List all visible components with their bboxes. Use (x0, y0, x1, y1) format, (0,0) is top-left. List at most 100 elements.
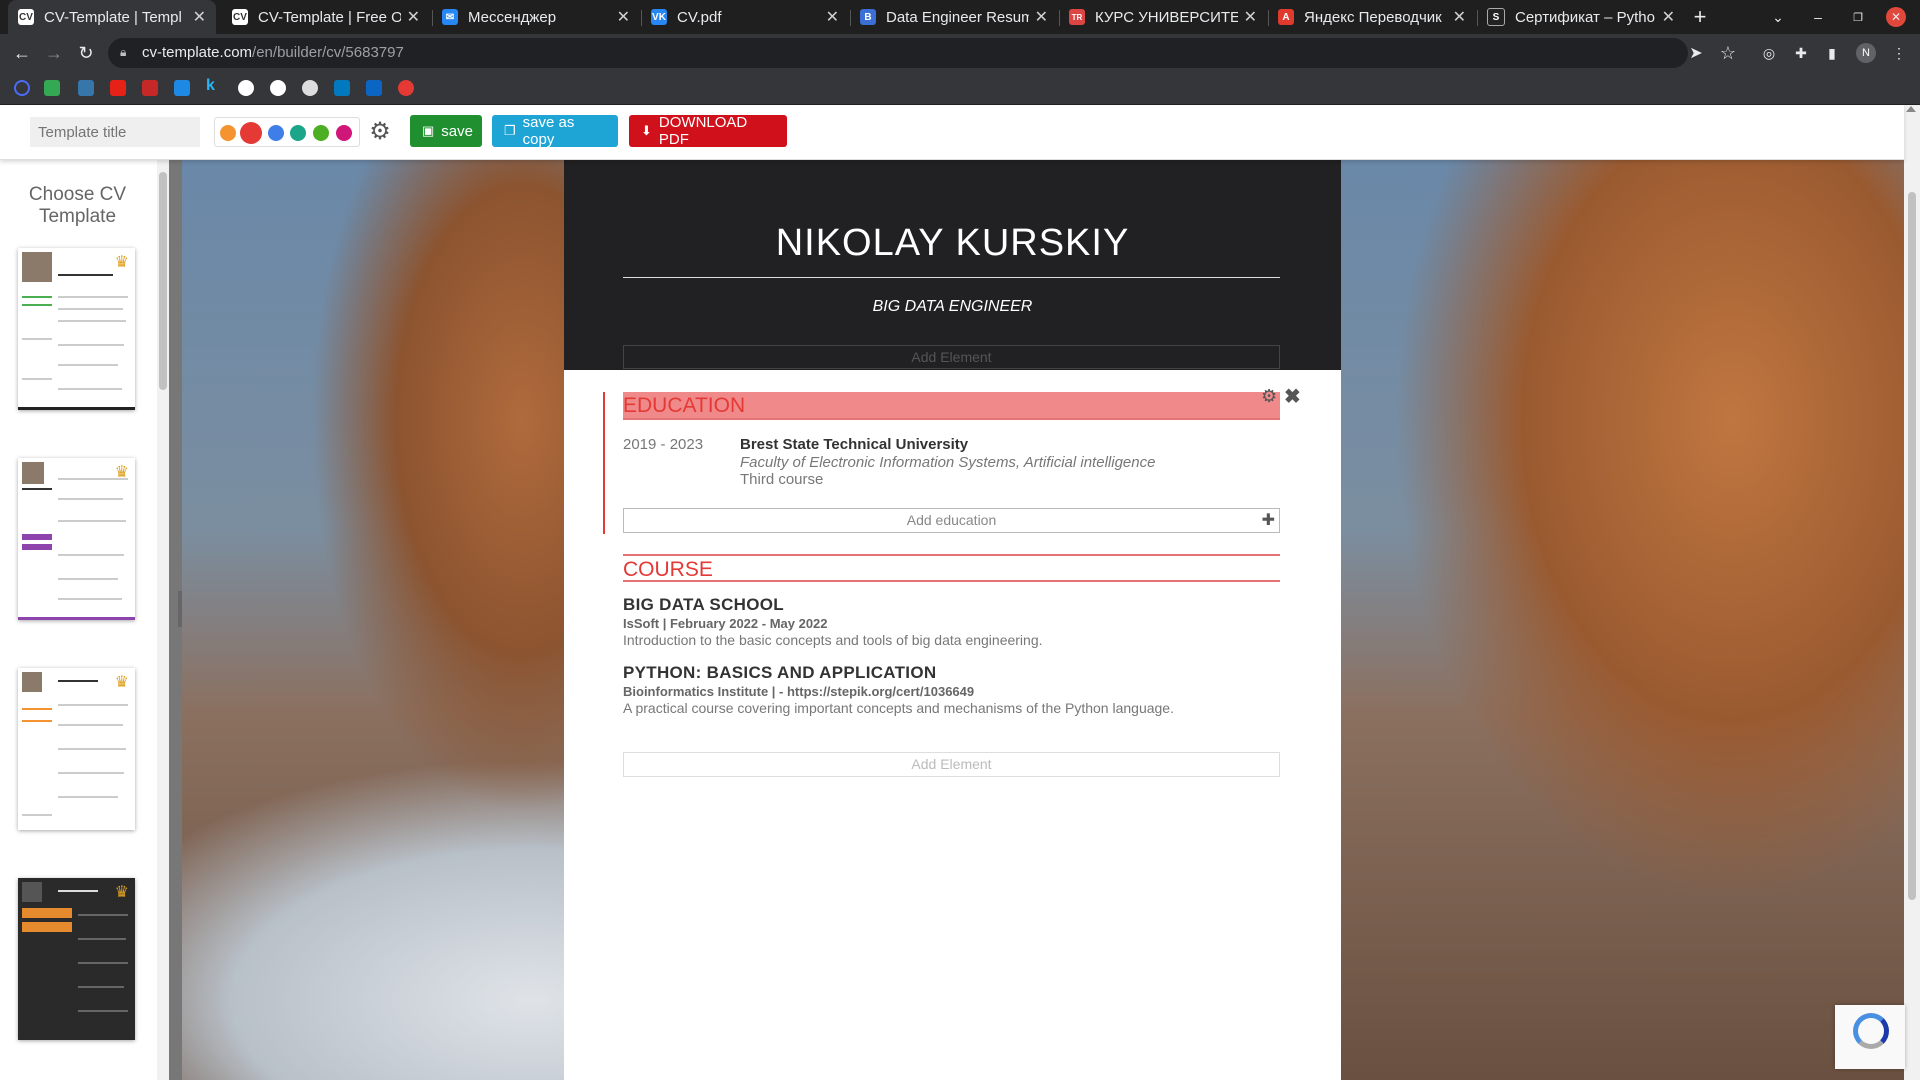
messenger-icon: ✉ (442, 9, 458, 25)
floppy-icon: ▣ (422, 123, 435, 138)
url-text: cv-template.com/en/builder/cv/5683797 (142, 44, 404, 61)
color-swatch-red[interactable] (240, 122, 262, 144)
add-education-label: Add education (906, 512, 997, 528)
header-divider (623, 277, 1280, 278)
bookmark-icon[interactable] (174, 80, 190, 96)
puzzle-icon[interactable]: ✚ (1792, 44, 1810, 62)
stepik-icon[interactable] (238, 80, 254, 96)
template-thumbnail[interactable]: ♛ (18, 458, 135, 620)
k-icon[interactable]: k (206, 77, 222, 94)
education-section-title[interactable]: EDUCATION (623, 392, 1280, 420)
back-icon[interactable]: ← (10, 41, 34, 65)
course-meta[interactable]: IsSoft | February 2022 - May 2022 (623, 616, 828, 631)
education-faculty[interactable]: Faculty of Electronic Information System… (740, 454, 1155, 471)
education-university[interactable]: Brest State Technical University (740, 436, 968, 453)
youtube-icon[interactable] (110, 80, 126, 96)
send-icon[interactable]: ➤ (1684, 41, 1708, 65)
github-icon[interactable] (270, 80, 286, 96)
side-panel-icon[interactable]: ▮ (1823, 44, 1841, 62)
download-pdf-button[interactable]: ⬇ DOWNLOAD PDF (629, 114, 787, 148)
bookmark-icon[interactable] (14, 80, 30, 96)
close-tab-icon[interactable]: ✕ (826, 7, 839, 27)
cv-role[interactable]: BIG DATA ENGINEER (564, 298, 1341, 316)
course-description[interactable]: A practical course covering important co… (623, 700, 1174, 716)
url-field[interactable]: 🔒︎ cv-template.com/en/builder/cv/5683797 (108, 38, 1688, 68)
template-thumbnail[interactable]: ♛ (18, 668, 135, 830)
template-thumbnail[interactable]: ♛ (18, 248, 135, 410)
close-tab-icon[interactable]: ✕ (1453, 7, 1466, 27)
recaptcha-badge[interactable] (1835, 1005, 1905, 1069)
add-education-button[interactable]: Add education ✚ (623, 508, 1280, 533)
builder-toolbar: ⚙ ▣ save ❐ save as copy ⬇ DOWNLOAD PDF (0, 105, 1904, 160)
browser-tab[interactable]: A Яндекс Переводчик ✕ (1268, 0, 1476, 34)
close-tab-icon[interactable]: ✕ (193, 7, 206, 27)
bookmark-star-icon[interactable]: ☆ (1716, 41, 1740, 65)
avatar (22, 252, 52, 282)
settings-gear-icon[interactable]: ⚙ (368, 119, 392, 145)
course-description[interactable]: Introduction to the basic concepts and t… (623, 632, 1043, 648)
color-swatch-orange[interactable] (220, 125, 236, 141)
color-swatch-green[interactable] (313, 125, 329, 141)
page-scrollbar-thumb[interactable] (1908, 192, 1916, 900)
tab-title: Яндекс Переводчик (1304, 8, 1442, 26)
minimize-icon[interactable]: – (1806, 0, 1830, 34)
crown-icon: ♛ (114, 254, 129, 271)
close-tab-icon[interactable]: ✕ (1244, 7, 1257, 27)
avatar (22, 882, 42, 902)
color-swatch-teal[interactable] (290, 125, 306, 141)
browser-tab[interactable]: B Data Engineer Resum ✕ (850, 0, 1058, 34)
browser-tab[interactable]: VK CV.pdf ✕ (641, 0, 849, 34)
course-section-title[interactable]: COURSE (623, 554, 1280, 582)
bookmark-icon[interactable] (142, 80, 158, 96)
forward-icon[interactable]: → (42, 41, 66, 65)
browser-tab[interactable]: CV CV-Template | Free O ✕ (222, 0, 430, 34)
tab-search-icon[interactable]: ⌄ (1766, 0, 1790, 34)
browser-tab-active[interactable]: CV CV-Template | Templ ✕ (8, 0, 216, 34)
tab-title: Сертификат – Pytho (1515, 8, 1655, 26)
course-title[interactable]: BIG DATA SCHOOL (623, 595, 784, 615)
browser-tab[interactable]: S Сертификат – Pytho ✕ (1477, 0, 1685, 34)
menu-icon[interactable]: ⋮ (1890, 44, 1908, 62)
linkedin-icon[interactable] (366, 80, 382, 96)
trello-icon[interactable] (334, 80, 350, 96)
save-button[interactable]: ▣ save (410, 115, 482, 147)
course-meta[interactable]: Bioinformatics Institute | - https://ste… (623, 684, 974, 699)
globe-icon[interactable] (302, 80, 318, 96)
cv-icon: CV (18, 9, 34, 25)
course-title[interactable]: PYTHON: BASICS AND APPLICATION (623, 663, 936, 683)
close-window-icon[interactable]: ✕ (1886, 7, 1906, 27)
color-swatch-magenta[interactable] (336, 125, 352, 141)
crown-icon: ♛ (114, 674, 129, 691)
add-element-button[interactable]: Add Element (623, 345, 1280, 369)
new-tab-icon[interactable]: + (1688, 0, 1712, 34)
color-swatch-blue[interactable] (268, 125, 284, 141)
add-element-button[interactable]: Add Element (623, 752, 1280, 777)
bookmark-icon[interactable] (398, 80, 414, 96)
section-close-icon[interactable]: ✖ (1284, 384, 1301, 409)
save-as-copy-button[interactable]: ❐ save as copy (492, 114, 618, 148)
template-thumbnail[interactable]: ♛ (18, 878, 135, 1040)
close-tab-icon[interactable]: ✕ (1035, 7, 1048, 27)
profile-avatar[interactable]: N (1856, 43, 1876, 63)
close-tab-icon[interactable]: ✕ (407, 7, 420, 27)
stepik-icon: S (1487, 8, 1505, 26)
close-tab-icon[interactable]: ✕ (1662, 7, 1675, 27)
python-icon[interactable] (78, 80, 94, 96)
restore-icon[interactable]: ❐ (1846, 0, 1870, 34)
yandex-translate-icon: A (1278, 9, 1294, 25)
template-title-input[interactable] (30, 117, 200, 147)
browser-tab[interactable]: ✉ Мессенджер ✕ (432, 0, 640, 34)
browser-tab[interactable]: TR КУРС УНИВЕРСИТЕТ ✕ (1059, 0, 1267, 34)
bookmark-icon[interactable] (44, 80, 60, 96)
close-tab-icon[interactable]: ✕ (617, 7, 630, 27)
section-settings-gear-icon[interactable]: ⚙ (1261, 386, 1277, 407)
tab-title: Data Engineer Resum (886, 8, 1029, 26)
sidebar-scrollbar-thumb[interactable] (159, 172, 167, 390)
cv-name[interactable]: NIKOLAY KURSKIY (564, 222, 1341, 265)
education-course[interactable]: Third course (740, 471, 823, 488)
extension-icon[interactable]: ◎ (1760, 44, 1778, 62)
cv-header: NIKOLAY KURSKIY BIG DATA ENGINEER Add El… (564, 160, 1341, 370)
reload-icon[interactable]: ↻ (74, 41, 98, 65)
scroll-up-icon[interactable] (1906, 106, 1916, 112)
education-years[interactable]: 2019 - 2023 (623, 436, 703, 453)
